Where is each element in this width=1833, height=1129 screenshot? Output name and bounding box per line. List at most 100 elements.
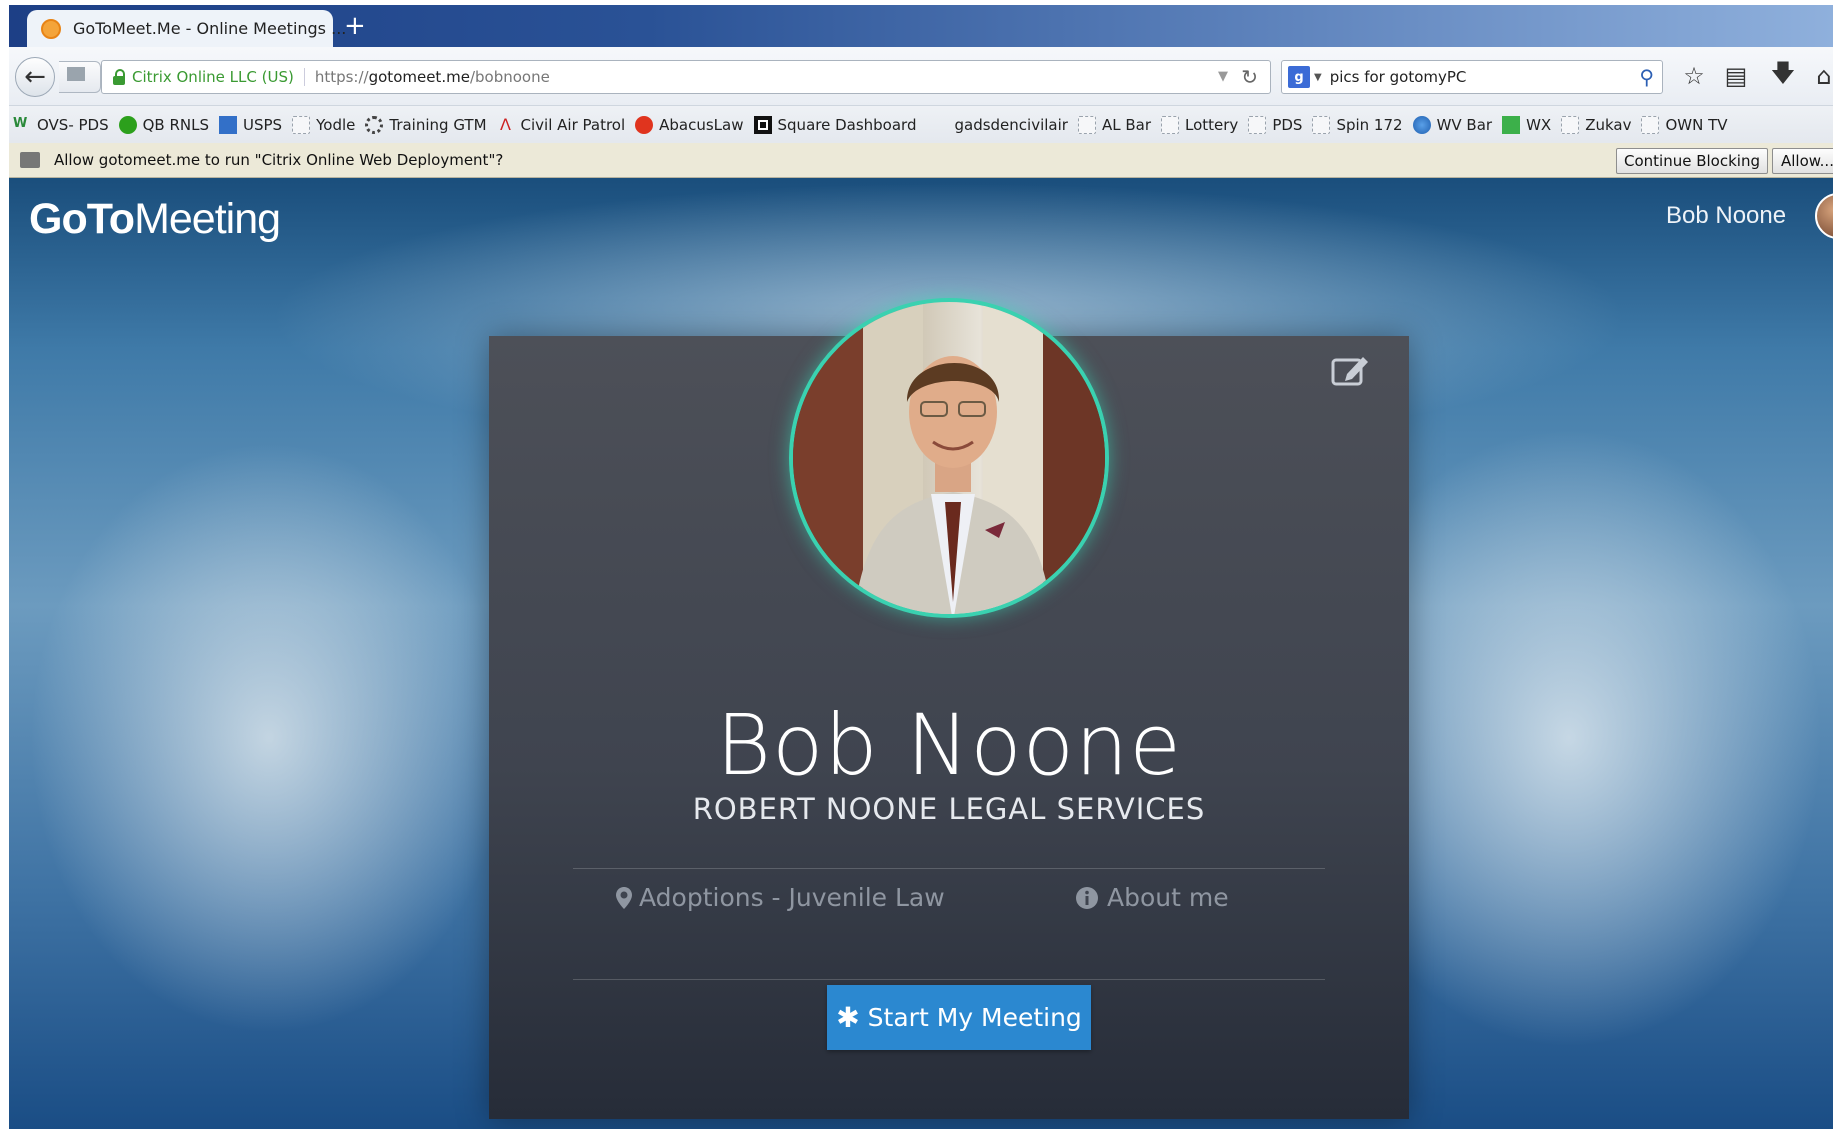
site-identity[interactable]: Citrix Online LLC (US) (132, 68, 305, 86)
bookmark-label: OVS- PDS (37, 115, 109, 134)
bookmark-civil-air-patrol[interactable]: Λ Civil Air Patrol (497, 114, 626, 134)
header-avatar[interactable] (1815, 193, 1833, 239)
bookmark-training-gtm[interactable]: Training GTM (365, 115, 487, 134)
profile-name: Bob Noone (716, 696, 1182, 794)
bookmark-label: Square Dashboard (777, 115, 917, 134)
gotomeeting-page: GoToMeeting Bob Noone Bob Noone ROBERT N… (9, 178, 1833, 1129)
bookmark-square-dashboard[interactable]: Square Dashboard (753, 115, 917, 134)
bookmark-pds[interactable]: PDS (1248, 115, 1303, 134)
dots-icon (365, 115, 384, 134)
folder-icon (1077, 115, 1096, 134)
bookmarks-toolbar: W OVS- PDS QB RNLS USPS Yodle Training G… (9, 106, 1833, 143)
start-meeting-button[interactable]: ✱ Start My Meeting (827, 985, 1091, 1050)
folder-icon (292, 115, 311, 134)
url-bar[interactable]: Citrix Online LLC (US) https://gotomeet.… (101, 60, 1271, 94)
profile-company: ROBERT NOONE LEGAL SERVICES (692, 792, 1206, 826)
bookmark-yodle[interactable]: Yodle (292, 115, 356, 134)
about-me-label: About me (1107, 883, 1229, 912)
home-icon[interactable]: ⌂ (1807, 59, 1833, 93)
clipboard-icon[interactable]: ▤ (1719, 59, 1753, 93)
tab-strip: GoToMeet.Me - Online Meetings ... + (9, 5, 1833, 47)
info-icon (1076, 886, 1098, 909)
search-engine-dropdown-icon[interactable]: ▼ (1314, 72, 1322, 83)
divider (573, 868, 1325, 869)
bookmark-al-bar[interactable]: AL Bar (1077, 115, 1151, 134)
wx-icon (1502, 115, 1521, 134)
cap-icon: Λ (500, 114, 511, 134)
search-go-icon[interactable]: ⚲ (1639, 65, 1654, 89)
start-meeting-label: Start My Meeting (867, 1003, 1082, 1032)
bookmark-ovs-pds[interactable]: W OVS- PDS (13, 116, 109, 134)
download-icon[interactable]: 🡇 (1766, 59, 1800, 93)
map-pin-icon (616, 886, 632, 909)
tab-title: GoToMeet.Me - Online Meetings ... (73, 19, 347, 38)
bookmark-zukav[interactable]: Zukav (1561, 115, 1632, 134)
header-user-name[interactable]: Bob Noone (1666, 202, 1786, 230)
divider (573, 979, 1325, 980)
bookmark-label: PDS (1272, 115, 1303, 134)
star-icon[interactable]: ☆ (1677, 59, 1711, 93)
profile-person-image (793, 302, 1105, 614)
search-input[interactable]: pics for gotomyPC (1330, 68, 1467, 86)
url-domain: gotomeet.me (368, 68, 470, 86)
navigation-bar: ← Citrix Online LLC (US) https://gotomee… (9, 47, 1833, 106)
bookmark-label: Lottery (1185, 115, 1239, 134)
folder-icon (1161, 115, 1179, 134)
bookmark-own-tv[interactable]: OWN TV (1641, 115, 1728, 134)
usps-icon (219, 115, 238, 134)
bookmark-label: OWN TV (1665, 115, 1728, 134)
notification-message: Allow gotomeet.me to run "Citrix Online … (54, 151, 504, 169)
bookmark-usps[interactable]: USPS (219, 115, 283, 134)
screen: GoToMeet.Me - Online Meetings ... + ← Ci… (0, 0, 1833, 1129)
bookmark-qb-rnls[interactable]: QB RNLS (118, 115, 210, 134)
bookmark-label: AL Bar (1101, 115, 1151, 134)
logo-bold-text: GoTo (29, 195, 135, 243)
url-history-dropdown-icon[interactable]: ▼ (1218, 69, 1228, 84)
bookmark-spin-172[interactable]: Spin 172 (1312, 115, 1403, 134)
specialty-link[interactable]: Adoptions - Juvenile Law (615, 883, 945, 912)
bookmark-label: WV Bar (1436, 115, 1493, 134)
wv-icon: W (13, 115, 28, 131)
profile-card: Bob Noone ROBERT NOONE LEGAL SERVICES Ad… (489, 298, 1409, 1119)
url-path: /bobnoone (469, 68, 550, 86)
back-arrow-icon: ← (24, 62, 46, 92)
bookmark-label: Zukav (1585, 115, 1632, 134)
bookmark-label: Spin 172 (1336, 115, 1403, 134)
active-tab[interactable]: GoToMeet.Me - Online Meetings ... (27, 10, 346, 47)
folder-icon (1561, 115, 1580, 134)
asterisk-icon: ✱ (836, 1001, 860, 1034)
plugin-icon (20, 152, 40, 168)
bookmark-label: WX (1526, 115, 1552, 134)
square-icon (753, 115, 772, 134)
bookmark-wv-bar[interactable]: WV Bar (1412, 115, 1493, 134)
gotomeeting-favicon-icon (41, 18, 61, 39)
lock-icon (112, 69, 126, 85)
about-me-link[interactable]: About me (1075, 883, 1229, 912)
search-bar[interactable]: g ▼ pics for gotomyPC ⚲ (1281, 60, 1663, 94)
bookmark-wx[interactable]: WX (1502, 115, 1552, 134)
reload-icon[interactable]: ↻ (1241, 65, 1258, 89)
bookmark-label: USPS (243, 115, 283, 134)
continue-blocking-button[interactable]: Continue Blocking (1616, 148, 1768, 174)
profile-photo (789, 298, 1109, 618)
allow-button[interactable]: Allow... (1772, 148, 1833, 174)
bookmark-abacuslaw[interactable]: AbacusLaw (635, 115, 744, 134)
google-icon[interactable]: g (1288, 66, 1310, 88)
back-button[interactable]: ← (15, 57, 55, 97)
gotomeeting-logo[interactable]: GoToMeeting (29, 195, 281, 244)
bookmark-label: Civil Air Patrol (520, 115, 626, 134)
bookmark-label: Yodle (316, 115, 356, 134)
globe-icon (1412, 115, 1431, 134)
bookmark-label: AbacusLaw (659, 115, 744, 134)
browser-window: GoToMeet.Me - Online Meetings ... + ← Ci… (9, 5, 1833, 1129)
bookmark-label: gadsdencivilair (954, 115, 1068, 134)
page-icon (67, 67, 85, 81)
abacus-icon (635, 115, 654, 134)
bookmark-gadsdencivilair[interactable]: gadsdencivilair (954, 116, 1067, 134)
edit-icon[interactable] (1331, 352, 1371, 388)
qb-icon (118, 115, 137, 134)
bookmark-lottery[interactable]: Lottery (1161, 115, 1239, 134)
new-tab-button[interactable]: + (344, 11, 366, 41)
specialty-label: Adoptions - Juvenile Law (639, 883, 945, 912)
bookmark-label: QB RNLS (142, 115, 210, 134)
